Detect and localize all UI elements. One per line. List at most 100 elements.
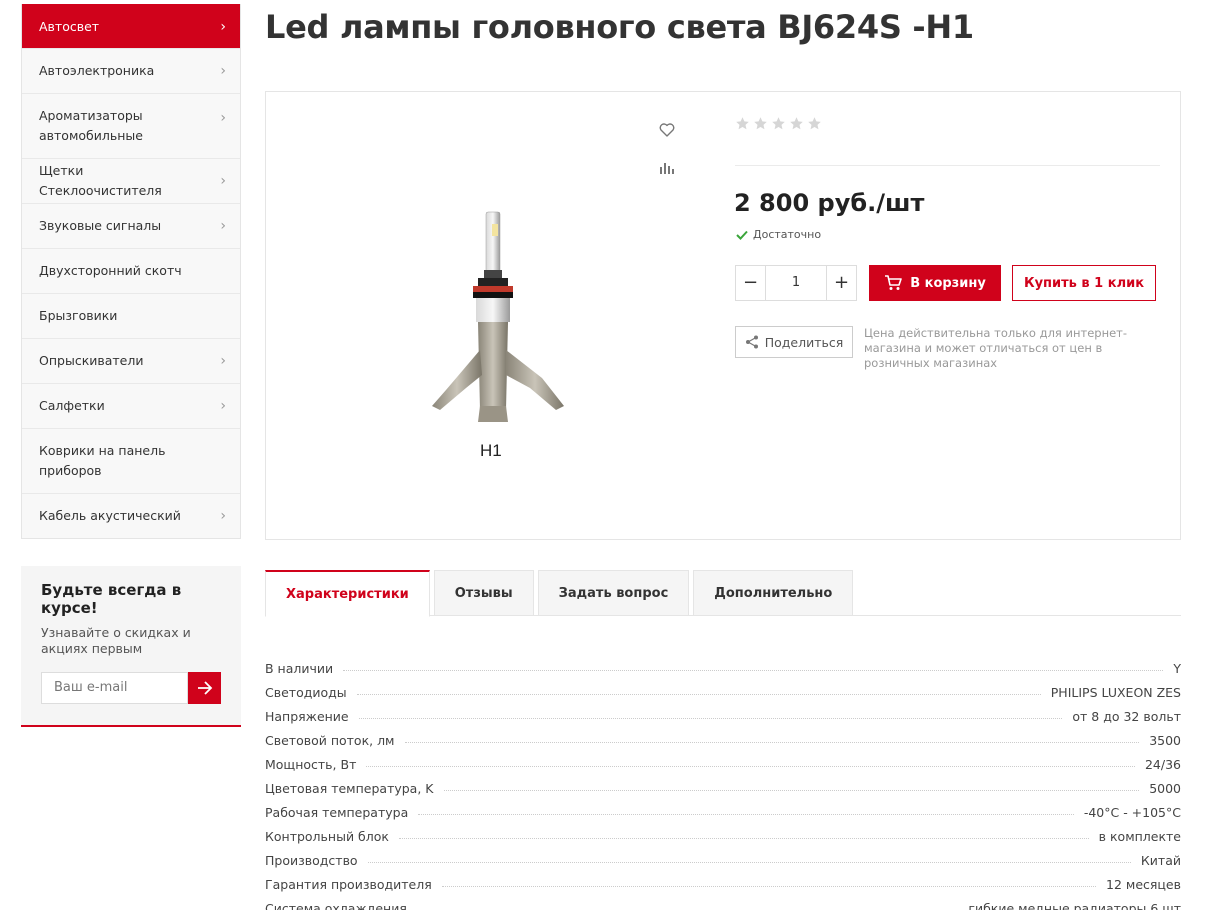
buy-one-click-button[interactable]: Купить в 1 клик bbox=[1012, 265, 1156, 301]
increase-button[interactable]: + bbox=[827, 266, 856, 300]
sidebar-item[interactable]: Двухсторонний скотч bbox=[22, 248, 240, 293]
specs-table: В наличии Y Светодиоды PHILIPS LUXEON ZES На… bbox=[265, 652, 1181, 910]
quantity-stepper: − 1 + bbox=[735, 265, 857, 301]
spec-row: В наличии Y bbox=[265, 652, 1181, 676]
chevron-right-icon: › bbox=[220, 173, 226, 189]
decrease-button[interactable]: − bbox=[736, 266, 765, 300]
heart-icon[interactable] bbox=[659, 122, 675, 141]
add-to-cart-button[interactable]: В корзину bbox=[869, 265, 1001, 301]
spec-label: В наличии bbox=[265, 661, 334, 676]
spec-leader bbox=[367, 862, 1131, 863]
sidebar-item[interactable]: Щетки Стеклоочистителя › bbox=[22, 158, 240, 203]
spec-value: гибкие медные радиаторы 6 шт bbox=[968, 901, 1181, 910]
sidebar-item[interactable]: Коврики на панель приборов bbox=[22, 428, 240, 493]
cart-icon bbox=[885, 275, 902, 290]
spec-label: Световой поток, лм bbox=[265, 733, 395, 748]
spec-leader bbox=[404, 742, 1140, 743]
spec-row: Производство Китай bbox=[265, 844, 1181, 868]
chevron-right-icon: › bbox=[220, 398, 226, 414]
sidebar-item-label: Салфетки bbox=[39, 398, 105, 413]
spec-value: -40°C - +105°C bbox=[1083, 805, 1181, 820]
sidebar-item-label: Брызговики bbox=[39, 308, 118, 323]
share-label: Поделиться bbox=[764, 334, 844, 350]
spec-label: Напряжение bbox=[265, 709, 349, 724]
sidebar-item[interactable]: Автосвет › bbox=[22, 4, 240, 48]
sidebar-item[interactable]: Опрыскиватели › bbox=[22, 338, 240, 383]
spec-leader bbox=[441, 886, 1097, 887]
stock-text: Достаточно bbox=[753, 228, 822, 241]
subscribe-form: Ваш e-mail bbox=[41, 672, 221, 704]
star-icon[interactable] bbox=[771, 116, 786, 131]
spec-label: Мощность, Вт bbox=[265, 757, 357, 772]
sidebar-item[interactable]: Звуковые сигналы › bbox=[22, 203, 240, 248]
sidebar-item-label: Двухсторонний скотч bbox=[39, 263, 182, 278]
spec-value: от 8 до 32 вольт bbox=[1072, 709, 1181, 724]
quantity-input[interactable]: 1 bbox=[765, 266, 827, 300]
sidebar-item-label: Автоэлектроника bbox=[39, 63, 155, 78]
sidebar-item-label: Щетки Стеклоочистителя bbox=[39, 163, 162, 198]
sidebar-item-label: Опрыскиватели bbox=[39, 353, 144, 368]
product-tabs: Характеристики Отзывы Задать вопрос Дополни… bbox=[265, 570, 1181, 617]
sidebar-item-label: Автосвет bbox=[39, 18, 100, 34]
tab[interactable]: Отзывы bbox=[433, 570, 534, 616]
share-icon bbox=[745, 335, 758, 349]
sidebar-item[interactable]: Ароматизаторы автомобильные › bbox=[22, 93, 240, 158]
subscribe-text: Узнавайте о скидках и акциях первым bbox=[41, 625, 191, 656]
spec-label: Производство bbox=[265, 853, 358, 868]
spec-value: 3500 bbox=[1149, 733, 1181, 748]
sidebar-item[interactable]: Салфетки › bbox=[22, 383, 240, 428]
spec-label: Светодиоды bbox=[265, 685, 347, 700]
check-icon bbox=[736, 230, 748, 240]
sidebar: Автосвет › Автоэлектроника › Ароматизаторы а… bbox=[21, 4, 241, 727]
tab[interactable]: Задать вопрос bbox=[537, 570, 690, 616]
spec-leader bbox=[358, 718, 1063, 719]
email-input[interactable]: Ваш e-mail bbox=[41, 672, 188, 704]
star-icon[interactable] bbox=[753, 116, 768, 131]
star-icon[interactable] bbox=[807, 116, 822, 131]
spec-row: Рабочая температура -40°C - +105°C bbox=[265, 796, 1181, 820]
rating-stars[interactable] bbox=[735, 116, 822, 131]
spec-value: Китай bbox=[1140, 853, 1181, 868]
spec-row: Светодиоды PHILIPS LUXEON ZES bbox=[265, 676, 1181, 700]
spec-value: 5000 bbox=[1149, 781, 1181, 796]
arrow-right-icon bbox=[197, 681, 212, 695]
spec-row: Система охлаждения гибкие медные радиатор… bbox=[265, 892, 1181, 910]
chevron-right-icon: › bbox=[220, 218, 226, 234]
spec-leader bbox=[398, 838, 1089, 839]
product-image bbox=[432, 211, 564, 422]
spec-row: Световой поток, лм 3500 bbox=[265, 724, 1181, 748]
spec-value: 12 месяцев bbox=[1106, 877, 1181, 892]
product-price: 2 800 руб./шт bbox=[734, 189, 925, 217]
subscribe-block: Будьте всегда в курсе! Узнавайте о скидк… bbox=[21, 566, 241, 727]
subscribe-button[interactable] bbox=[188, 672, 221, 704]
star-icon[interactable] bbox=[789, 116, 804, 131]
compare-icon[interactable] bbox=[659, 160, 675, 179]
sidebar-item-label: Ароматизаторы автомобильные bbox=[39, 108, 143, 143]
price-note: Цена действительна только для интернет-м… bbox=[864, 326, 1128, 370]
sidebar-item[interactable]: Автоэлектроника › bbox=[22, 48, 240, 93]
chevron-right-icon: › bbox=[220, 63, 226, 79]
page: Автосвет › Автоэлектроника › Ароматизаторы а… bbox=[0, 0, 1207, 910]
spec-row: Гарантия производителя 12 месяцев bbox=[265, 868, 1181, 892]
share-button[interactable]: Поделиться bbox=[735, 326, 853, 358]
spec-row: Напряжение от 8 до 32 вольт bbox=[265, 700, 1181, 724]
spec-label: Рабочая температура bbox=[265, 805, 409, 820]
chevron-right-icon: › bbox=[220, 353, 226, 369]
tab[interactable]: Дополнительно bbox=[693, 570, 854, 616]
spec-row: Мощность, Вт 24/36 bbox=[265, 748, 1181, 772]
tab[interactable]: Характеристики bbox=[265, 570, 430, 617]
catalog-menu: Автосвет › Автоэлектроника › Ароматизаторы а… bbox=[21, 4, 241, 539]
spec-leader bbox=[366, 766, 1135, 767]
sidebar-item[interactable]: Брызговики bbox=[22, 293, 240, 338]
spec-leader bbox=[418, 814, 1074, 815]
spec-value: Y bbox=[1173, 661, 1181, 676]
stock-status: Достаточно bbox=[736, 228, 821, 241]
spec-leader bbox=[356, 694, 1041, 695]
sidebar-item[interactable]: Кабель акустический › bbox=[22, 493, 240, 538]
chevron-right-icon: › bbox=[220, 18, 226, 35]
star-icon[interactable] bbox=[735, 116, 750, 131]
spec-leader bbox=[443, 790, 1140, 791]
page-title: Led лампы головного света BJ624S -H1 bbox=[265, 8, 974, 46]
chevron-right-icon: › bbox=[220, 508, 226, 524]
spec-label: Цветовая температура, K bbox=[265, 781, 434, 796]
